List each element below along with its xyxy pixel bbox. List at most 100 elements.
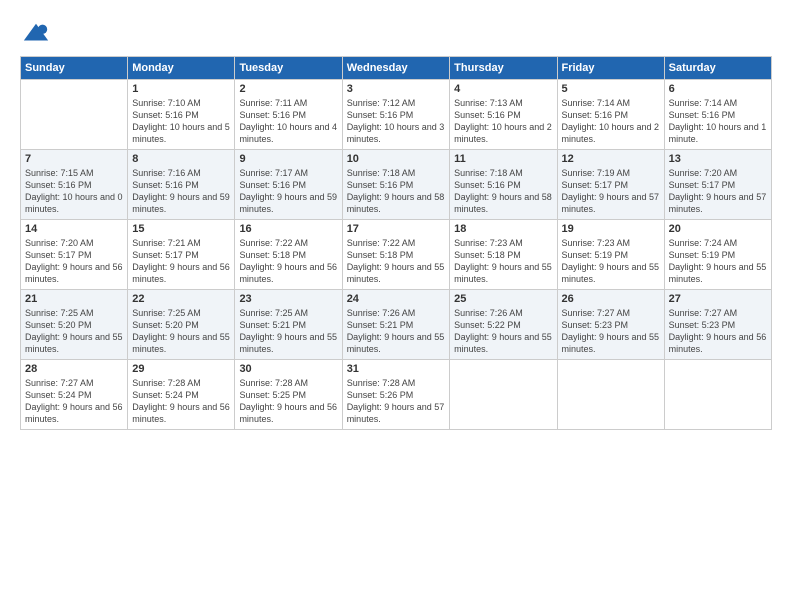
day-number: 19 [562, 223, 660, 235]
day-number: 21 [25, 293, 123, 305]
day-info: Sunrise: 7:22 AMSunset: 5:18 PMDaylight:… [239, 237, 337, 286]
logo [20, 20, 50, 48]
day-info: Sunrise: 7:25 AMSunset: 5:20 PMDaylight:… [132, 307, 230, 356]
day-info: Sunrise: 7:23 AMSunset: 5:18 PMDaylight:… [454, 237, 552, 286]
calendar-cell: 23Sunrise: 7:25 AMSunset: 5:21 PMDayligh… [235, 290, 342, 360]
calendar-cell: 31 Sunrise: 7:28 AMSunset: 5:26 PMDayligh… [342, 360, 449, 430]
day-info: Sunrise: 7:14 AMSunset: 5:16 PMDaylight:… [562, 97, 660, 146]
calendar-week-row: 1 Sunrise: 7:10 AMSunset: 5:16 PMDaylight… [21, 80, 772, 150]
header-day-sunday: Sunday [21, 57, 128, 80]
day-number: 28 [25, 363, 123, 375]
day-number: 23 [239, 293, 337, 305]
day-info: Sunrise: 7:10 AMSunset: 5:16 PMDaylight:… [132, 97, 230, 146]
day-info: Sunrise: 7:14 AMSunset: 5:16 PMDaylight:… [669, 97, 767, 146]
day-number: 14 [25, 223, 123, 235]
header-day-wednesday: Wednesday [342, 57, 449, 80]
day-number: 11 [454, 153, 552, 165]
calendar-cell: 27 Sunrise: 7:27 AMSunset: 5:23 PMDayligh… [664, 290, 771, 360]
day-number: 20 [669, 223, 767, 235]
header-day-saturday: Saturday [664, 57, 771, 80]
day-info: Sunrise: 7:28 AMSunset: 5:24 PMDaylight:… [132, 377, 230, 426]
day-info: Sunrise: 7:19 AMSunset: 5:17 PMDaylight:… [562, 167, 660, 216]
day-number: 17 [347, 223, 445, 235]
day-info: Sunrise: 7:27 AMSunset: 5:24 PMDaylight:… [25, 377, 123, 426]
calendar-cell: 14Sunrise: 7:20 AMSunset: 5:17 PMDayligh… [21, 220, 128, 290]
calendar-cell: 8 Sunrise: 7:16 AMSunset: 5:16 PMDaylight… [128, 150, 235, 220]
calendar-table: SundayMondayTuesdayWednesdayThursdayFrid… [20, 56, 772, 430]
day-info: Sunrise: 7:24 AMSunset: 5:19 PMDaylight:… [669, 237, 767, 286]
day-info: Sunrise: 7:27 AMSunset: 5:23 PMDaylight:… [669, 307, 767, 356]
day-number: 16 [239, 223, 337, 235]
calendar-cell: 13 Sunrise: 7:20 AMSunset: 5:17 PMDayligh… [664, 150, 771, 220]
day-number: 3 [347, 83, 445, 95]
day-number: 31 [347, 363, 445, 375]
day-number: 4 [454, 83, 552, 95]
day-info: Sunrise: 7:27 AMSunset: 5:23 PMDaylight:… [562, 307, 660, 356]
page: SundayMondayTuesdayWednesdayThursdayFrid… [0, 0, 792, 612]
calendar-cell: 15 Sunrise: 7:21 AMSunset: 5:17 PMDayligh… [128, 220, 235, 290]
day-info: Sunrise: 7:21 AMSunset: 5:17 PMDaylight:… [132, 237, 230, 286]
calendar-cell: 2 Sunrise: 7:11 AMSunset: 5:16 PMDaylight… [235, 80, 342, 150]
calendar-cell: 9 Sunrise: 7:17 AMSunset: 5:16 PMDaylight… [235, 150, 342, 220]
calendar-cell: 6 Sunrise: 7:14 AMSunset: 5:16 PMDaylight… [664, 80, 771, 150]
day-info: Sunrise: 7:28 AMSunset: 5:26 PMDaylight:… [347, 377, 445, 426]
day-number: 8 [132, 153, 230, 165]
calendar-cell: 21Sunrise: 7:25 AMSunset: 5:20 PMDayligh… [21, 290, 128, 360]
day-info: Sunrise: 7:26 AMSunset: 5:22 PMDaylight:… [454, 307, 552, 356]
day-number: 6 [669, 83, 767, 95]
calendar-cell: 30 Sunrise: 7:28 AMSunset: 5:25 PMDayligh… [235, 360, 342, 430]
calendar-cell: 19 Sunrise: 7:23 AMSunset: 5:19 PMDayligh… [557, 220, 664, 290]
calendar-cell: 5 Sunrise: 7:14 AMSunset: 5:16 PMDaylight… [557, 80, 664, 150]
calendar-cell: 12 Sunrise: 7:19 AMSunset: 5:17 PMDayligh… [557, 150, 664, 220]
day-number: 15 [132, 223, 230, 235]
header-day-friday: Friday [557, 57, 664, 80]
day-info: Sunrise: 7:16 AMSunset: 5:16 PMDaylight:… [132, 167, 230, 216]
day-info: Sunrise: 7:11 AMSunset: 5:16 PMDaylight:… [239, 97, 337, 146]
day-number: 25 [454, 293, 552, 305]
calendar-cell: 20 Sunrise: 7:24 AMSunset: 5:19 PMDayligh… [664, 220, 771, 290]
calendar-header-row: SundayMondayTuesdayWednesdayThursdayFrid… [21, 57, 772, 80]
day-info: Sunrise: 7:23 AMSunset: 5:19 PMDaylight:… [562, 237, 660, 286]
day-info: Sunrise: 7:20 AMSunset: 5:17 PMDaylight:… [669, 167, 767, 216]
day-number: 5 [562, 83, 660, 95]
header-day-tuesday: Tuesday [235, 57, 342, 80]
calendar-cell: 16 Sunrise: 7:22 AMSunset: 5:18 PMDayligh… [235, 220, 342, 290]
calendar-week-row: 14Sunrise: 7:20 AMSunset: 5:17 PMDayligh… [21, 220, 772, 290]
day-info: Sunrise: 7:28 AMSunset: 5:25 PMDaylight:… [239, 377, 337, 426]
calendar-cell: 11 Sunrise: 7:18 AMSunset: 5:16 PMDayligh… [450, 150, 557, 220]
day-info: Sunrise: 7:22 AMSunset: 5:18 PMDaylight:… [347, 237, 445, 286]
day-number: 27 [669, 293, 767, 305]
calendar-cell: 24Sunrise: 7:26 AMSunset: 5:21 PMDayligh… [342, 290, 449, 360]
calendar-cell [557, 360, 664, 430]
day-info: Sunrise: 7:18 AMSunset: 5:16 PMDaylight:… [347, 167, 445, 216]
day-number: 2 [239, 83, 337, 95]
day-number: 7 [25, 153, 123, 165]
day-number: 10 [347, 153, 445, 165]
calendar-week-row: 7Sunrise: 7:15 AMSunset: 5:16 PMDaylight… [21, 150, 772, 220]
calendar-cell: 4 Sunrise: 7:13 AMSunset: 5:16 PMDaylight… [450, 80, 557, 150]
day-number: 30 [239, 363, 337, 375]
calendar-cell: 18Sunrise: 7:23 AMSunset: 5:18 PMDayligh… [450, 220, 557, 290]
day-number: 26 [562, 293, 660, 305]
calendar-cell [664, 360, 771, 430]
day-number: 1 [132, 83, 230, 95]
day-number: 13 [669, 153, 767, 165]
day-info: Sunrise: 7:17 AMSunset: 5:16 PMDaylight:… [239, 167, 337, 216]
calendar-cell: 28 Sunrise: 7:27 AMSunset: 5:24 PMDayligh… [21, 360, 128, 430]
day-number: 12 [562, 153, 660, 165]
calendar-cell: 10 Sunrise: 7:18 AMSunset: 5:16 PMDayligh… [342, 150, 449, 220]
calendar-cell: 1 Sunrise: 7:10 AMSunset: 5:16 PMDaylight… [128, 80, 235, 150]
header-day-thursday: Thursday [450, 57, 557, 80]
calendar-cell: 3 Sunrise: 7:12 AMSunset: 5:16 PMDaylight… [342, 80, 449, 150]
day-info: Sunrise: 7:12 AMSunset: 5:16 PMDaylight:… [347, 97, 445, 146]
header [20, 16, 772, 48]
calendar-cell: 22Sunrise: 7:25 AMSunset: 5:20 PMDayligh… [128, 290, 235, 360]
day-number: 9 [239, 153, 337, 165]
calendar-week-row: 21 Sunrise: 7:25 AMSunset: 5:20 PMDayligh… [21, 290, 772, 360]
calendar-cell [450, 360, 557, 430]
calendar-week-row: 28 Sunrise: 7:27 AMSunset: 5:24 PMDayligh… [21, 360, 772, 430]
calendar-cell: 25 Sunrise: 7:26 AMSunset: 5:22 PMDayligh… [450, 290, 557, 360]
day-info: Sunrise: 7:13 AMSunset: 5:16 PMDaylight:… [454, 97, 552, 146]
day-info: Sunrise: 7:18 AMSunset: 5:16 PMDaylight:… [454, 167, 552, 216]
logo-text [20, 20, 50, 48]
